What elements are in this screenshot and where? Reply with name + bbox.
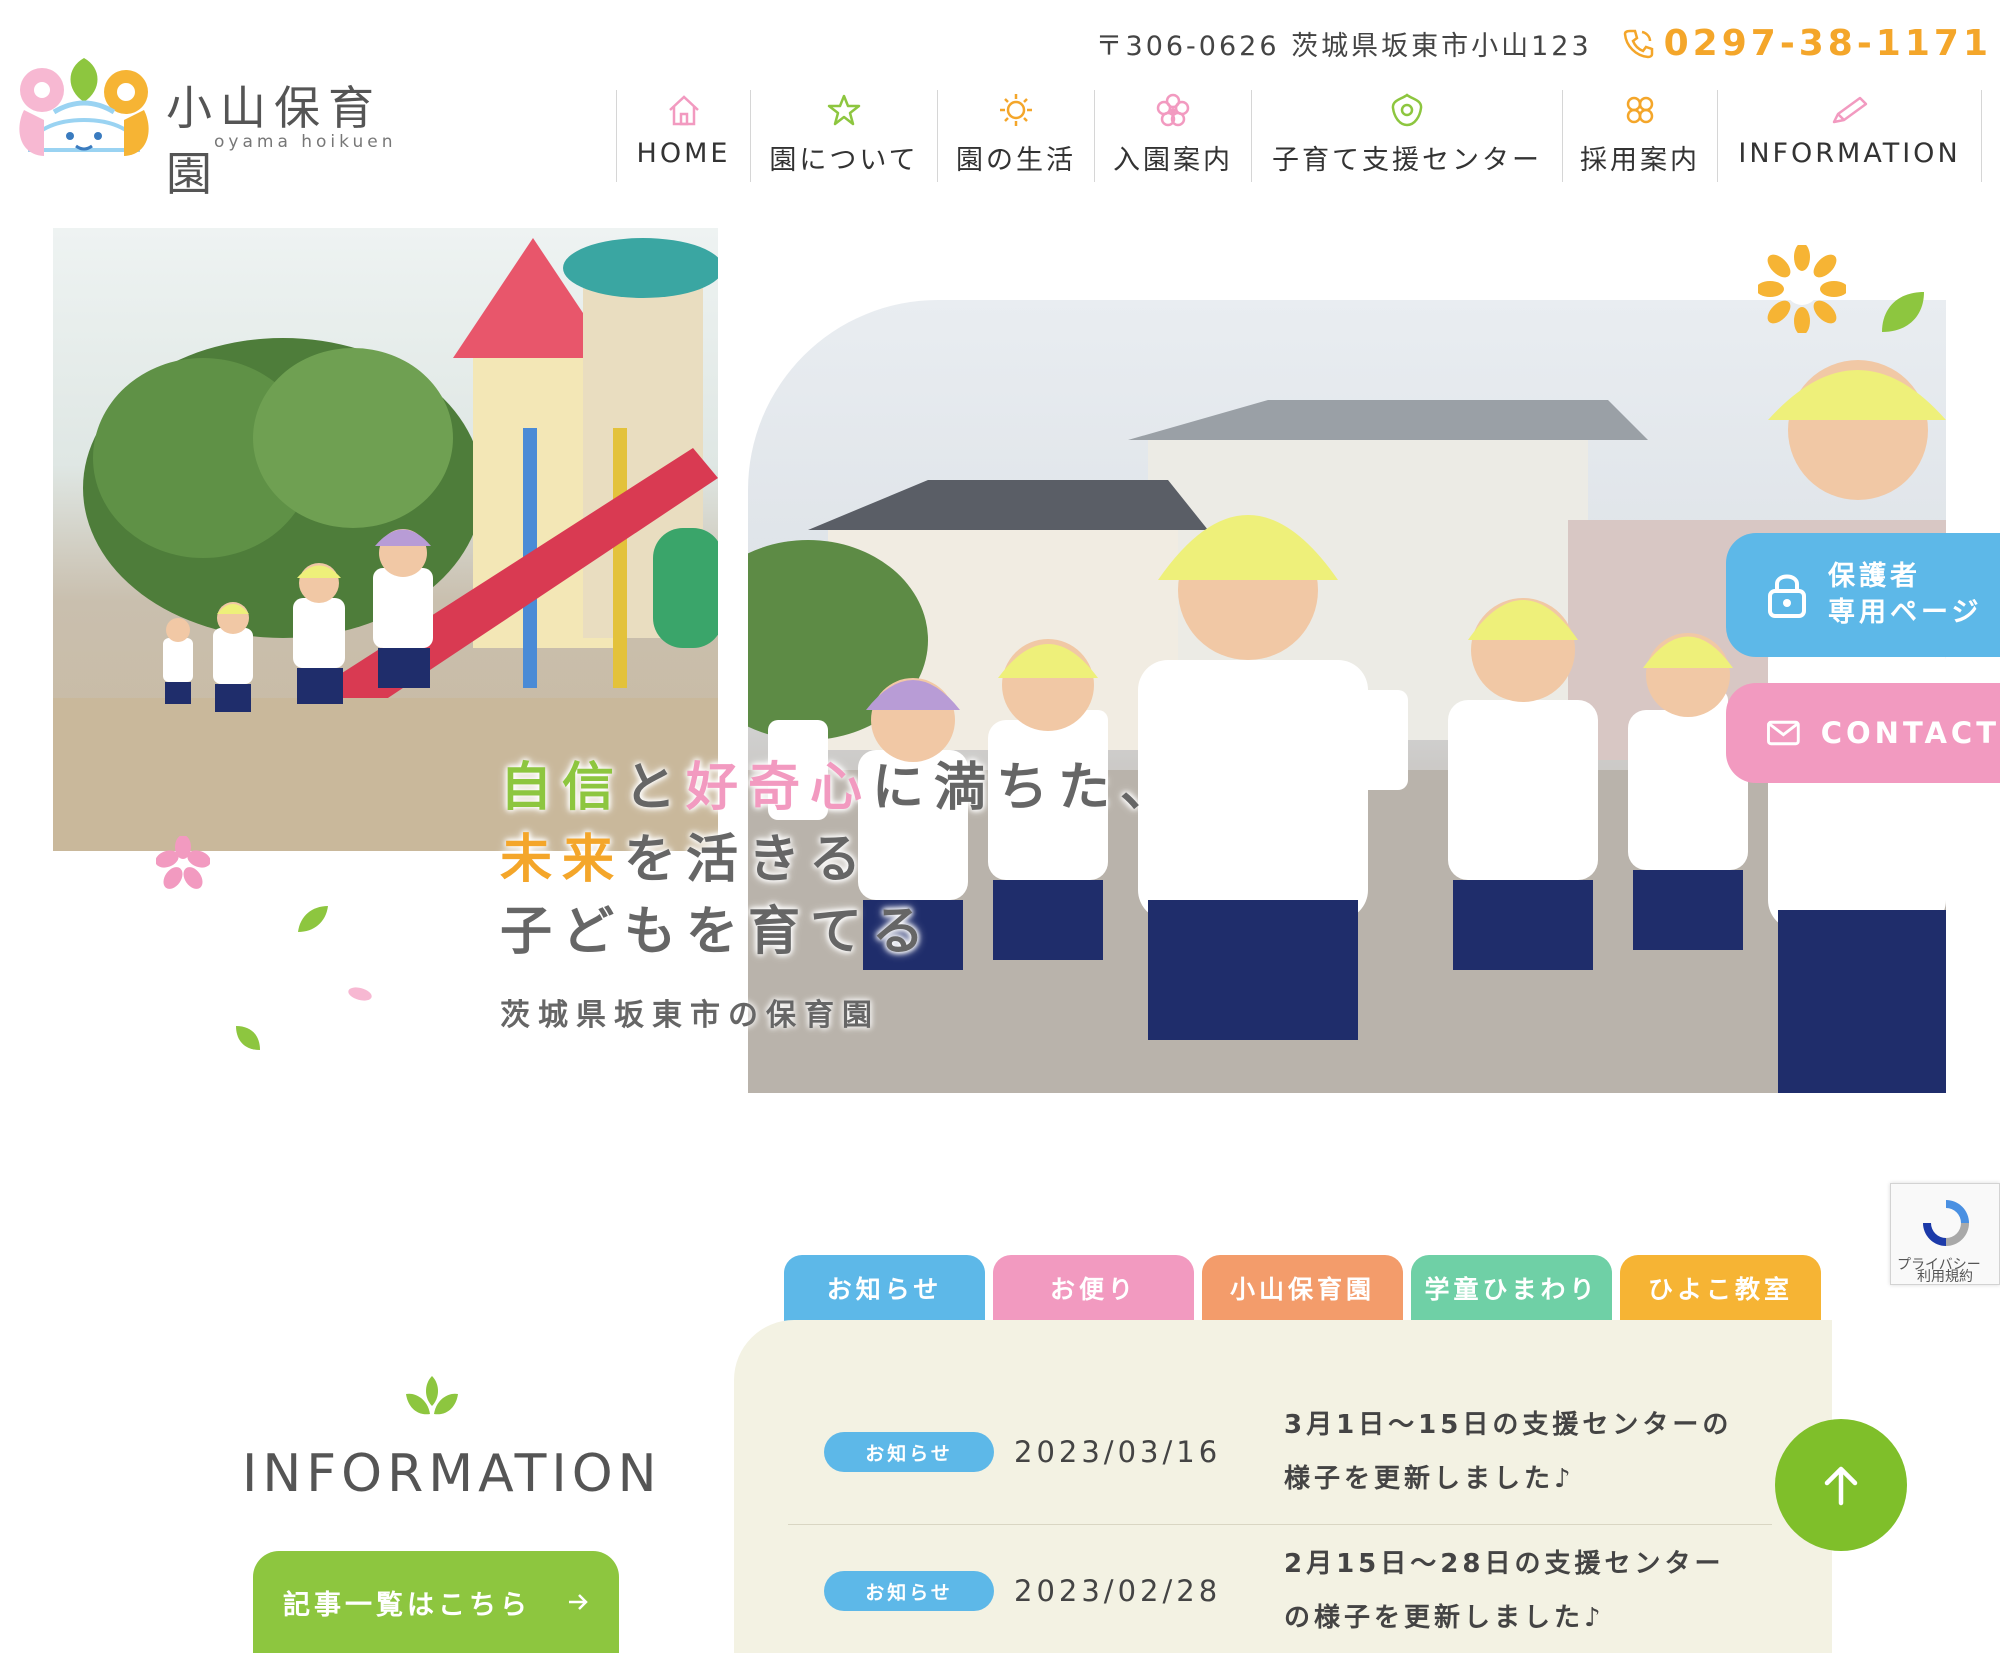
sakura-icon bbox=[156, 836, 210, 889]
address: 〒306-0626 茨城県坂東市小山123 bbox=[1095, 30, 1592, 62]
guardian-label-line1: 保護者 bbox=[1828, 561, 1921, 592]
news-item[interactable]: お知らせ 2023/02/28 2月15日～28日の支援センターの様子を更新しま… bbox=[788, 1526, 1772, 1653]
nav-item-daily-life[interactable]: 園の生活 bbox=[937, 90, 1094, 182]
nav-label: INFORMATION bbox=[1738, 138, 1961, 169]
tab-news[interactable]: お知らせ bbox=[784, 1255, 985, 1321]
hero-word-future: 未来 bbox=[500, 830, 625, 890]
information-heading: INFORMATION bbox=[242, 1372, 662, 1504]
nav-label: 子育て支援センター bbox=[1272, 145, 1542, 176]
guardian-label-line2: 専用ページ bbox=[1828, 597, 1983, 628]
leaf-icon bbox=[236, 1026, 260, 1050]
tab-gakudo-himawari[interactable]: 学童ひまわり bbox=[1411, 1255, 1612, 1321]
recaptcha-badge[interactable]: プライバシー 利用規約 bbox=[1890, 1183, 2000, 1285]
nav-label: 園の生活 bbox=[956, 145, 1076, 176]
phone-link[interactable]: 0297-38-1171 bbox=[1622, 23, 1992, 64]
news-title[interactable]: 2月15日～28日の支援センターの様子を更新しました♪ bbox=[1284, 1537, 1754, 1645]
news-date: 2023/02/28 bbox=[1014, 1574, 1222, 1608]
tab-hiyoko-class[interactable]: ひよこ教室 bbox=[1620, 1255, 1821, 1321]
leaf-icon bbox=[298, 906, 328, 932]
nav-item-recruit[interactable]: 採用案内 bbox=[1562, 90, 1717, 182]
petal-icon bbox=[348, 987, 372, 1001]
pencil-icon bbox=[1832, 96, 1867, 124]
hero-line-1: 自信と好奇心に満ちた、 bbox=[500, 752, 1182, 824]
news-item[interactable]: お知らせ 2023/03/16 3月1日～15日の支援センターの様子を更新しまし… bbox=[788, 1320, 1772, 1525]
mail-icon bbox=[1767, 720, 1800, 746]
news-list: お知らせ 2023/03/16 3月1日～15日の支援センターの様子を更新しまし… bbox=[734, 1320, 1832, 1653]
nav-label: HOME bbox=[636, 138, 731, 169]
flower-icon bbox=[1156, 93, 1190, 127]
tab-letters[interactable]: お便り bbox=[993, 1255, 1194, 1321]
clover-icon bbox=[1626, 96, 1654, 124]
global-nav: HOME 園について 園の生活 入園案内 子育て支援センター 採用案内 INFO… bbox=[616, 90, 1982, 182]
back-to-top-button[interactable] bbox=[1775, 1419, 1907, 1551]
nav-label: 入園案内 bbox=[1113, 145, 1233, 176]
contact-button[interactable]: CONTACT bbox=[1726, 683, 2000, 783]
blossom-icon bbox=[1391, 93, 1423, 127]
nav-item-information[interactable]: INFORMATION bbox=[1717, 90, 1982, 182]
hero-subtitle: 茨城県坂東市の保育園 bbox=[500, 998, 880, 1033]
recaptcha-links: プライバシー 利用規約 bbox=[1897, 1258, 1981, 1284]
all-articles-button[interactable]: 記事一覧はこちら bbox=[253, 1551, 619, 1653]
hero-word: を活きる bbox=[624, 830, 871, 890]
hero-line-2: 未来を活きる bbox=[500, 824, 1182, 896]
news-tabs: お知らせ お便り 小山保育園 学童ひまわり ひよこ教室 bbox=[784, 1255, 1821, 1321]
news-title[interactable]: 3月1日～15日の支援センターの様子を更新しました♪ bbox=[1284, 1398, 1754, 1506]
nav-item-support-center[interactable]: 子育て支援センター bbox=[1251, 90, 1562, 182]
nav-label: 園について bbox=[769, 145, 919, 176]
house-icon bbox=[668, 95, 699, 126]
site-logo[interactable]: 小山保育園 oyama hoikuen bbox=[14, 50, 434, 201]
logo-mascot-icon bbox=[19, 58, 149, 156]
phone-icon bbox=[1623, 29, 1653, 59]
sprout-icon bbox=[406, 1376, 458, 1415]
hero-catchcopy: 自信と好奇心に満ちた、 未来を活きる 子どもを育てる 茨城県坂東市の保育園 bbox=[500, 752, 1182, 1034]
hero-word: に満ちた、 bbox=[872, 758, 1183, 818]
information-title: INFORMATION bbox=[242, 1444, 662, 1504]
leaf-icon bbox=[1882, 292, 1924, 332]
lock-icon bbox=[1768, 574, 1806, 618]
nav-label: 採用案内 bbox=[1580, 145, 1700, 176]
tab-oyama-hoikuen[interactable]: 小山保育園 bbox=[1202, 1255, 1403, 1321]
hero-word: と bbox=[624, 758, 687, 818]
arrow-up-icon bbox=[1824, 1466, 1858, 1506]
logo-roman: oyama hoikuen bbox=[214, 132, 397, 152]
star-icon bbox=[827, 94, 861, 126]
guardian-page-button[interactable]: 保護者 専用ページ bbox=[1726, 533, 2000, 657]
phone-number: 0297-38-1171 bbox=[1663, 22, 1992, 64]
nav-item-home[interactable]: HOME bbox=[616, 90, 750, 182]
nav-item-admission[interactable]: 入園案内 bbox=[1094, 90, 1251, 182]
sunflower-icon bbox=[1758, 245, 1846, 333]
hero-line-3: 子どもを育てる bbox=[500, 902, 935, 962]
hero-word-curiosity: 好奇心 bbox=[686, 758, 873, 818]
guardian-label: 保護者 専用ページ bbox=[1828, 559, 1982, 631]
news-category-badge: お知らせ bbox=[824, 1432, 994, 1472]
header-contact: 〒306-0626 茨城県坂東市小山123 0297-38-1171 bbox=[1096, 18, 1992, 68]
recaptcha-icon bbox=[1923, 1200, 1969, 1246]
arrow-right-icon bbox=[569, 1594, 588, 1610]
contact-label: CONTACT bbox=[1820, 716, 2000, 750]
sun-icon bbox=[1000, 94, 1032, 126]
nav-item-about[interactable]: 園について bbox=[750, 90, 937, 182]
all-articles-label: 記事一覧はこちら bbox=[283, 1589, 531, 1621]
hero-word-confidence: 自信 bbox=[500, 758, 625, 818]
news-date: 2023/03/16 bbox=[1014, 1435, 1222, 1469]
news-category-badge: お知らせ bbox=[824, 1571, 994, 1611]
